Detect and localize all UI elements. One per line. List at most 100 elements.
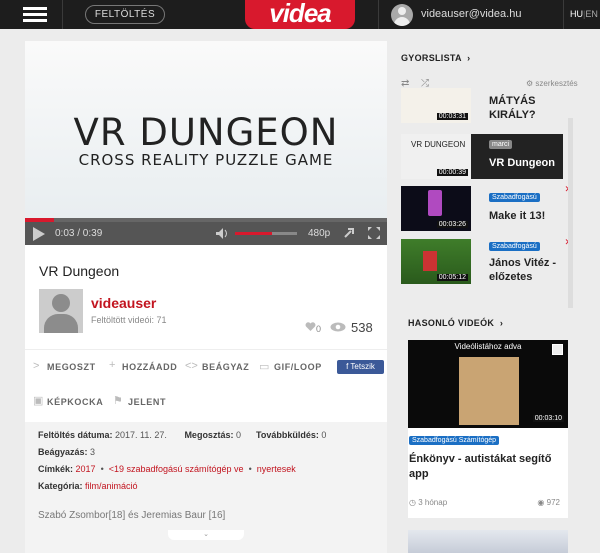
category-tag: Szabadfogású Számítógép [409, 436, 500, 445]
forwards-count: 0 [321, 430, 327, 440]
user-avatar[interactable] [391, 4, 413, 26]
tag-link[interactable]: <19 szabadfogású számítógép ve [109, 464, 244, 474]
main-column: VR DUNGEON CROSS REALITY PUZZLE GAME 0:0… [25, 41, 387, 553]
video-thumbnail: 00:03:26 [401, 186, 471, 231]
shares-label: Megosztás: [184, 430, 234, 440]
add-button[interactable]: HOZZÁADD [122, 362, 177, 372]
category-link[interactable]: film/animáció [85, 481, 138, 491]
category-label: Kategória: [38, 481, 83, 491]
like-label: Tetszik [350, 362, 375, 371]
tags-label: Címkék: [38, 464, 74, 474]
upload-date: 2017. 11. 27. [115, 430, 167, 440]
top-bar: FELTÖLTÉS videa videauser@videa.hu HU|EN [0, 0, 600, 29]
code-icon: <> [185, 360, 198, 372]
checkbox-icon[interactable] [552, 344, 563, 355]
related-video-card[interactable]: Videólistához adva 00:03:10 Szabadfogású… [408, 340, 568, 518]
duration: 00:03:31 [436, 113, 468, 120]
volume-slider[interactable] [235, 232, 297, 235]
quality-selector[interactable]: 480p [308, 228, 330, 239]
category-row: Kategória: film/animáció [38, 481, 138, 491]
embed-button[interactable]: BEÁGYAZ [202, 362, 249, 372]
video-title: János Vitéz - előzetes [489, 257, 557, 283]
list-item[interactable]: 00:05:12 Szabadfogású János Vitéz - előz… [401, 237, 572, 284]
gif-icon: ▭ [259, 361, 270, 373]
related-heading[interactable]: HASONLÓ VIDEÓK › [408, 318, 503, 328]
video-subtitle-frame: CROSS REALITY PUZZLE GAME [78, 151, 334, 169]
duration: 00:05:12 [436, 274, 468, 281]
quicklist-scrollbar[interactable] [568, 118, 573, 308]
play-icon[interactable] [33, 227, 45, 241]
video-meta: ◷ 3 hónap ◉ 972 [409, 498, 564, 507]
video-details: Feltöltés dátuma: 2017. 11. 27. Megosztá… [25, 422, 387, 553]
share-button[interactable]: MEGOSZT [47, 362, 96, 372]
tag-link[interactable]: nyertesek [257, 464, 296, 474]
like-count: 0 [316, 324, 322, 334]
share-icon: > [33, 360, 40, 372]
video-title: MÁTYÁS KIRÁLY? [489, 95, 536, 121]
quicklist-heading[interactable]: GYORSLISTA › [401, 53, 470, 63]
upload-button[interactable]: FELTÖLTÉS [85, 5, 165, 24]
uploader-name[interactable]: videauser [91, 295, 156, 311]
shares-count: 0 [235, 430, 241, 440]
fullscreen-icon[interactable] [368, 227, 380, 239]
video-thumbnail: Videólistához adva 00:03:10 [408, 340, 568, 428]
volume-fill [235, 232, 273, 235]
flag-icon: ⚑ [113, 395, 123, 407]
video-name: VR Dungeon [39, 263, 120, 279]
language-switch[interactable]: HU|EN [570, 9, 598, 19]
divider [378, 0, 379, 29]
category-tag: Szabadfogású [489, 193, 540, 202]
tags-row: Címkék: 2017 • <19 szabadfogású számítóg… [38, 464, 296, 474]
view-count: 972 [546, 498, 560, 507]
video-title: Make it 13! [489, 210, 546, 222]
video-title: VR Dungeon [489, 157, 555, 169]
report-button[interactable]: JELENT [128, 397, 166, 407]
gif-loop-button[interactable]: GIF/LOOP [274, 362, 322, 372]
duration: 00:00:39 [436, 169, 468, 176]
views: ◉ 972 [537, 498, 560, 507]
thumbnail-image [459, 357, 519, 425]
share-icon[interactable] [343, 227, 355, 239]
tag-link[interactable]: 2017 [76, 464, 96, 474]
video-thumbnail[interactable] [408, 530, 568, 553]
edit-link[interactable]: ⚙ szerkesztés [526, 79, 578, 88]
uploader-tag: marci [489, 140, 513, 149]
video-age: 3 hónap [418, 498, 448, 507]
list-item[interactable]: 00:03:26 Szabadfogású Make it 13! ✕ [401, 184, 572, 231]
action-bar: > MEGOSZT + HOZZÁADD <> BEÁGYAZ ▭ GIF/LO… [25, 349, 387, 427]
lang-en[interactable]: EN [585, 9, 598, 19]
uploaded-videos: Feltöltött videói: 71 [91, 315, 167, 325]
camera-icon: ▣ [33, 395, 44, 407]
heart-icon[interactable] [305, 322, 316, 332]
related-title: HASONLÓ VIDEÓK [408, 318, 495, 328]
uploaded-label: Feltöltött videói: [91, 315, 155, 325]
added-notice: Videólistához adva [454, 342, 522, 351]
forwards-label: Továbbküldés: [256, 430, 319, 440]
player-controls: 0:03 / 0:39 480p [25, 222, 387, 245]
divider [62, 0, 63, 29]
embeds-count: 3 [90, 447, 96, 457]
duration: 00:03:26 [436, 221, 468, 228]
uploaded-count: 71 [156, 315, 167, 325]
videa-logo[interactable]: videa [245, 0, 355, 29]
facebook-like-button[interactable]: f Tetszik [337, 360, 384, 374]
category-tag: Szabadfogású [489, 242, 540, 251]
quicklist-title: GYORSLISTA [401, 53, 462, 63]
eye-icon: ◉ [537, 498, 545, 507]
expand-handle[interactable]: ⌄ [168, 530, 244, 540]
duration: 00:03:10 [532, 415, 564, 422]
uploader-avatar[interactable] [39, 289, 83, 333]
embeds-label: Beágyazás: [38, 447, 88, 457]
embeds-row: Beágyazás: 3 [38, 447, 95, 457]
volume-icon[interactable] [216, 228, 228, 239]
time-display: 0:03 / 0:39 [55, 228, 103, 239]
list-item[interactable]: 00:03:31 MÁTYÁS KIRÁLY? [401, 88, 565, 123]
user-email[interactable]: videauser@videa.hu [421, 8, 521, 20]
video-title: Énkönyv - autistákat segítő app [409, 453, 552, 480]
lang-hu[interactable]: HU [570, 9, 583, 19]
divider [563, 0, 564, 29]
menu-icon[interactable] [23, 7, 47, 23]
frame-button[interactable]: KÉPKOCKA [47, 397, 103, 407]
list-item-active[interactable]: VR DUNGEON 00:00:39 marci VR Dungeon [401, 134, 563, 179]
video-player[interactable]: VR DUNGEON CROSS REALITY PUZZLE GAME 0:0… [25, 41, 387, 245]
